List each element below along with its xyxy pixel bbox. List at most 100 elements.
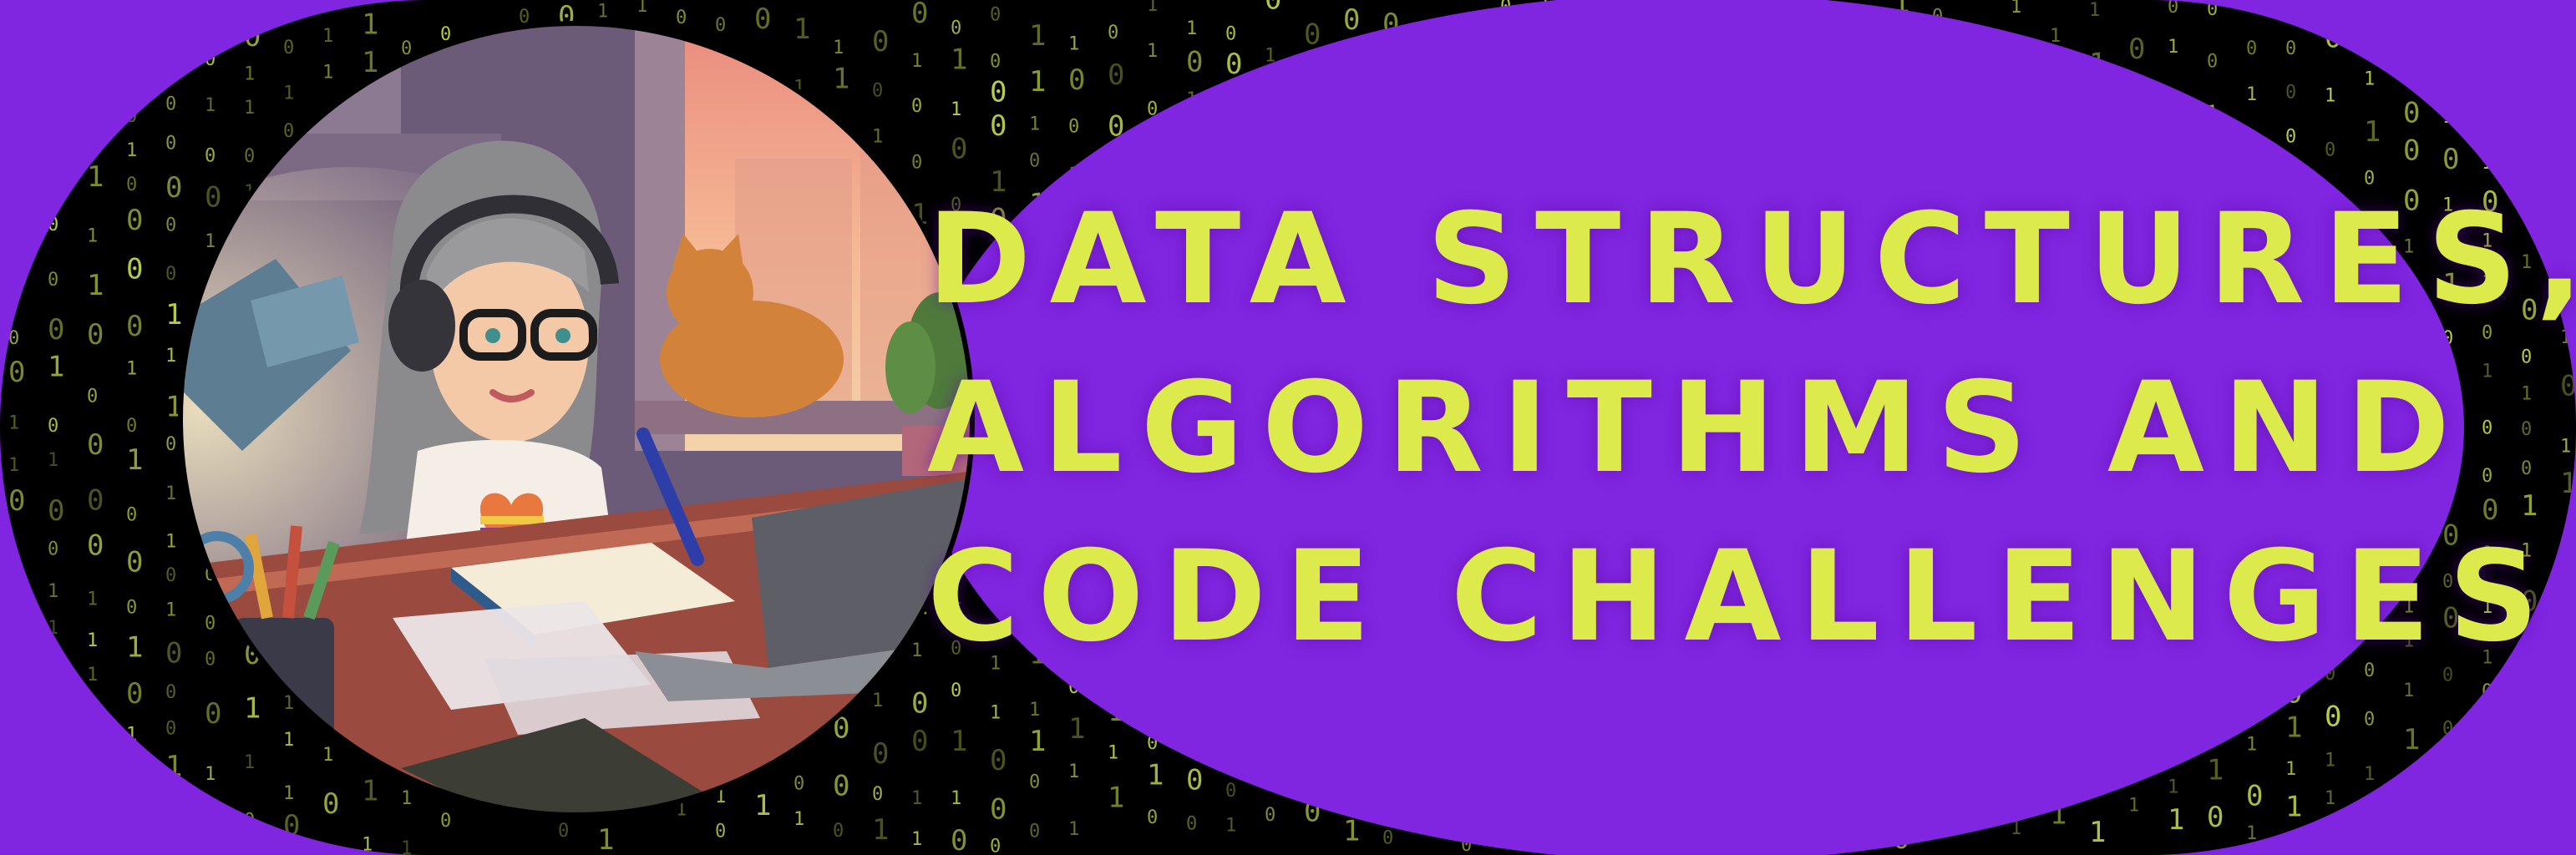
binary-digit: 0 <box>833 821 844 842</box>
binary-digit: 1 <box>833 63 849 96</box>
binary-digit: 0 <box>2285 127 2296 148</box>
binary-digit: 0 <box>754 3 771 36</box>
binary-digit: 0 <box>1029 150 1040 171</box>
binary-digit: 0 <box>872 737 889 771</box>
binary-digit: 0 <box>2482 417 2492 438</box>
binary-digit: 0 <box>87 386 98 407</box>
binary-digit: 0 <box>2403 0 2414 20</box>
binary-digit: 1 <box>1029 114 1040 134</box>
binary-digit: 1 <box>2442 772 2453 793</box>
binary-digit: 0 <box>165 434 176 455</box>
binary-digit: 0 <box>126 546 143 579</box>
binary-digit: 1 <box>1029 725 1046 758</box>
binary-digit: 1 <box>951 725 967 758</box>
binary-digit: 1 <box>126 443 143 477</box>
binary-digit: 1 <box>951 99 961 120</box>
binary-digit: 0 <box>126 310 143 343</box>
binary-digit: 0 <box>990 51 1001 72</box>
binary-digit: 1 <box>2246 84 2257 105</box>
binary-digit: 0 <box>2521 419 2532 440</box>
binary-digit: 1 <box>244 752 255 773</box>
binary-digit: 1 <box>2246 823 2257 844</box>
binary-digit: 1 <box>87 665 98 686</box>
binary-digit: 1 <box>165 483 176 504</box>
binary-digit: 0 <box>8 671 19 692</box>
binary-digit: 0 <box>1186 45 1203 78</box>
binary-digit: 1 <box>283 83 294 104</box>
binary-digit: 1 <box>2403 680 2414 701</box>
binary-digit: 1 <box>283 783 294 804</box>
binary-digit: 1 <box>2521 145 2538 179</box>
binary-digit: 1 <box>951 788 961 809</box>
binary-digit: 1 <box>990 703 1001 724</box>
binary-digit: 0 <box>1186 813 1197 834</box>
binary-digit: 0 <box>2168 0 2178 18</box>
binary-digit: 1 <box>2403 768 2414 789</box>
binary-digit: 1 <box>597 823 614 855</box>
binary-digit: 1 <box>872 691 883 711</box>
binary-digit: 1 <box>2482 772 2498 805</box>
binary-digit: 1 <box>872 813 889 847</box>
binary-digit: 1 <box>1068 761 1079 782</box>
binary-digit: 0 <box>87 68 104 101</box>
binary-digit: 0 <box>8 756 19 777</box>
binary-digit: 1 <box>8 248 19 269</box>
banner: 0 1 1 0 0 1 0 0 0 1 1 0 1 0 1 0 0 0 1 1 0 0 1 0 0 0 1 0 1 0 0 1 1 0 0 1 0 0 0 0… <box>0 0 2576 855</box>
binary-digit: 0 <box>1147 807 1158 828</box>
binary-digit: 0 <box>87 830 98 851</box>
binary-digit: 1 <box>2560 764 2571 785</box>
binary-digit: 0 <box>48 215 58 235</box>
binary-digit: 0 <box>2482 466 2492 487</box>
binary-digit: 1 <box>2560 467 2576 500</box>
binary-digit: 0 <box>244 811 255 832</box>
binary-digit: 0 <box>205 614 216 635</box>
binary-digit: 1 <box>2364 69 2375 90</box>
binary-digit: 1 <box>636 0 647 17</box>
binary-digit: 0 <box>165 94 176 114</box>
binary-digit: 1 <box>126 70 137 91</box>
binary-digit: 1 <box>2521 682 2532 703</box>
binary-digit: 0 <box>911 152 922 173</box>
binary-digit: 1 <box>1343 814 1360 847</box>
binary-digit: 1 <box>2285 790 2302 823</box>
binary-digit: 1 <box>87 225 98 246</box>
binary-digit: 0 <box>126 106 137 127</box>
binary-digit: 0 <box>205 697 221 731</box>
binary-digit: 1 <box>2442 33 2453 53</box>
binary-digit: 1 <box>165 806 182 839</box>
binary-digit: 1 <box>362 775 378 808</box>
binary-digit: 1 <box>2482 153 2492 174</box>
binary-digit: 0 <box>715 15 726 36</box>
binary-digit: 1 <box>1068 712 1085 746</box>
binary-digit: 1 <box>1186 18 1197 39</box>
binary-digit: 0 <box>48 539 58 559</box>
banner-title: DATA STRUCTURES, ALGORITHMS AND CODE CHA… <box>927 175 2576 681</box>
binary-digit: 0 <box>2207 0 2218 20</box>
binary-digit: 0 <box>2403 134 2420 168</box>
binary-digit: 1 <box>794 809 804 830</box>
binary-digit: 1 <box>1225 816 1236 837</box>
binary-digit: 0 <box>990 744 1007 777</box>
binary-digit: 0 <box>990 792 1007 826</box>
binary-digit: 1 <box>165 0 176 16</box>
binary-digit: 1 <box>2089 816 2106 849</box>
binary-digit: 1 <box>2089 0 2100 21</box>
binary-digit: 1 <box>48 581 58 602</box>
binary-digit: 1 <box>244 63 255 84</box>
binary-digit: 1 <box>872 126 883 147</box>
binary-digit: 1 <box>911 829 922 850</box>
binary-digit: 0 <box>2207 52 2218 73</box>
binary-digit: 0 <box>2482 18 2498 51</box>
binary-digit: 0 <box>87 104 104 138</box>
binary-digit: 1 <box>2521 383 2532 404</box>
binary-digit: 1 <box>2482 361 2492 382</box>
binary-digit: 1 <box>2442 107 2453 128</box>
binary-digit: 0 <box>126 598 137 619</box>
binary-digit: 1 <box>8 455 19 476</box>
binary-digit: 0 <box>165 215 176 235</box>
binary-digit: 1 <box>165 532 176 553</box>
binary-digit: 1 <box>205 231 216 252</box>
binary-digit: 0 <box>87 483 104 517</box>
binary-digit: 0 <box>911 0 928 30</box>
binary-digit: 1 <box>2207 753 2224 787</box>
